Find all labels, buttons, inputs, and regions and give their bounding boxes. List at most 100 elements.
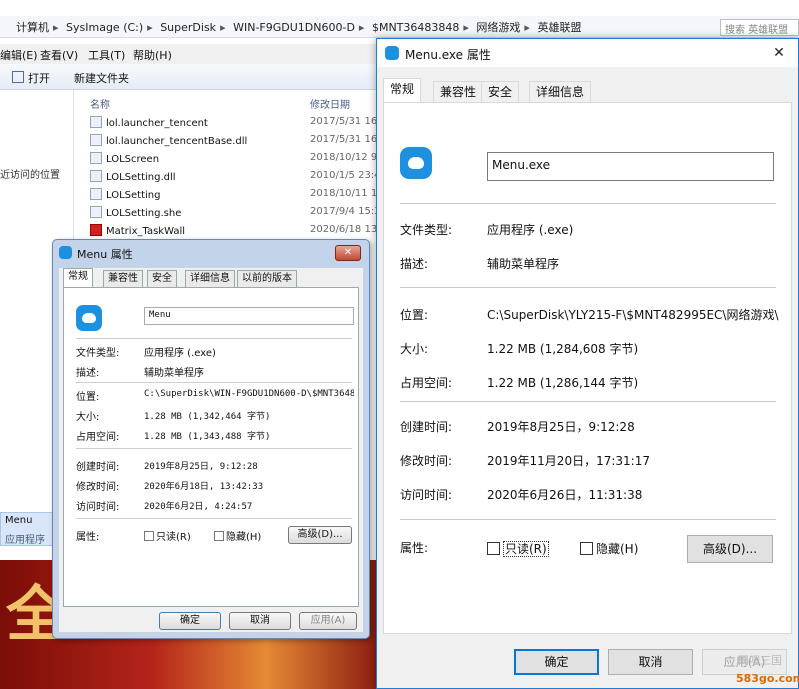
size-value: 1.22 MB (1,284,608 字节) [487,342,639,356]
created-value: 2019年8月25日, 9:12:28 [144,462,258,472]
modified-value: 2020年6月18日, 13:42:33 [144,482,264,492]
close-button[interactable]: ✕ [335,245,361,261]
file-row[interactable]: LOLSetting 2018/10/11 1 [90,188,377,205]
apply-button[interactable]: 应用(A) [299,612,357,630]
readonly-checkbox[interactable]: 只读(R) [144,528,191,543]
created-label: 创建时间: [76,462,120,473]
menu-view[interactable]: 查看(V) [40,47,78,63]
watermark-text: 网吧三国 [738,654,782,667]
breadcrumb-item[interactable]: SysImage (C:) [66,21,143,34]
checkbox-icon [214,531,224,541]
file-row[interactable]: LOLSetting.she 2017/9/4 15:3 [90,206,381,223]
size-value: 1.28 MB (1,342,464 字节) [144,412,271,422]
menu-tools[interactable]: 工具(T) [88,47,125,63]
watermark-site: 583go.com [736,672,799,685]
disk-size-value: 1.28 MB (1,343,488 字节) [144,432,271,442]
hidden-checkbox[interactable]: 隐藏(H) [214,528,261,543]
breadcrumb-item[interactable]: 计算机 [16,21,49,34]
tab-security[interactable]: 安全 [481,81,520,102]
divider [400,287,776,288]
type-label: 文件类型: [400,223,453,237]
location-value: C:\SuperDisk\WIN-F9GDU1DN600-D\$MNT36483… [144,389,354,399]
file-row[interactable]: LOLSetting.dll 2010/1/5 23:4 [90,170,381,187]
divider [400,203,776,204]
file-icon [90,152,102,164]
tab-security[interactable]: 安全 [147,270,177,287]
selected-file-details[interactable]: Menu 应用程序 [0,512,54,546]
close-button[interactable]: ✕ [768,43,790,63]
selected-file-type: 应用程序 [5,535,45,546]
cancel-button[interactable]: 取消 [229,612,291,630]
ok-button[interactable]: 确定 [159,612,221,630]
breadcrumb-item[interactable]: WIN-F9GDU1DN600-D [233,21,355,34]
file-icon [90,170,102,182]
search-input[interactable]: 搜索 英雄联盟 [720,19,799,36]
whale-app-icon [400,147,432,179]
disk-size-label: 占用空间: [76,432,120,443]
tab-general[interactable]: 常规 [63,268,93,288]
tab-details[interactable]: 详细信息 [185,270,235,287]
tab-compatibility[interactable]: 兼容性 [103,270,143,287]
description-value: 辅助菜单程序 [144,368,204,379]
tab-general[interactable]: 常规 [383,78,422,103]
dialog-title: Menu.exe 属性 [405,48,491,62]
whale-app-icon [76,305,102,331]
open-icon [12,71,24,83]
attributes-label: 属性: [76,532,100,543]
tab-previous-versions[interactable]: 以前的版本 [237,270,297,287]
hidden-checkbox[interactable]: 隐藏(H) [580,540,638,557]
modified-value: 2019年11月20日，17:31:17 [487,454,650,468]
nav-item-recent[interactable]: 近访问的位置 [0,166,60,181]
modified-label: 修改时间: [76,482,120,493]
size-label: 大小: [76,412,100,423]
menu-edit[interactable]: 编辑(E) [0,47,38,63]
dialog-title: Menu 属性 [77,248,133,261]
open-button[interactable]: 打开 [28,70,50,86]
file-icon [90,134,102,146]
address-bar[interactable]: 计算机 ▸ SysImage (C:) ▸ SuperDisk ▸ WIN-F9GDU… [0,16,799,38]
location-label: 位置: [76,392,100,403]
accessed-value: 2020年6月2日, 4:24:57 [144,502,253,512]
size-label: 大小: [400,342,429,356]
title-bar[interactable]: Menu.exe 属性 ✕ [377,39,798,67]
file-icon [90,116,102,128]
app-icon [59,246,72,259]
file-row[interactable]: LOLScreen 2018/10/12 9 [90,152,377,169]
file-icon [90,224,102,236]
breadcrumb[interactable]: 计算机 ▸ SysImage (C:) ▸ SuperDisk ▸ WIN-F9GDU… [16,19,585,35]
file-row[interactable]: lol.launcher_tencentBase.dll 2017/5/31 16 [90,134,377,151]
tab-compatibility[interactable]: 兼容性 [433,81,484,102]
disk-size-value: 1.22 MB (1,286,144 字节) [487,376,639,390]
breadcrumb-item[interactable]: 网络游戏 [476,21,520,34]
breadcrumb-item[interactable]: 英雄联盟 [537,21,581,34]
divider [76,338,352,339]
accessed-value: 2020年6月26日，11:31:38 [487,488,643,502]
main-properties-dialog: Menu.exe 属性 ✕ 常规 兼容性 安全 详细信息 Menu.exe 文件… [376,38,799,689]
general-tab-page: Menu.exe 文件类型: 应用程序 (.exe) 描述: 辅助菜单程序 位置… [383,102,792,634]
divider [76,382,352,383]
filename-field[interactable]: Menu.exe [487,152,774,181]
new-folder-button[interactable]: 新建文件夹 [74,70,129,86]
app-icon [385,46,399,60]
modified-label: 修改时间: [400,454,453,468]
tab-details[interactable]: 详细信息 [529,81,592,102]
breadcrumb-item[interactable]: SuperDisk [160,21,216,34]
filename-field[interactable]: Menu [144,307,354,325]
ok-button[interactable]: 确定 [514,649,599,675]
attributes-label: 属性: [400,541,429,555]
column-header-name[interactable]: 名称 [90,96,110,111]
column-header-modified[interactable]: 修改日期 [310,96,350,111]
file-row[interactable]: lol.launcher_tencent 2017/5/31 16 [90,116,377,133]
advanced-button[interactable]: 高级(D)... [687,535,773,563]
divider [76,518,352,519]
cancel-button[interactable]: 取消 [608,649,693,675]
accessed-label: 访问时间: [400,488,453,502]
advanced-button[interactable]: 高级(D)... [288,526,352,544]
divider [76,448,352,449]
type-value: 应用程序 (.exe) [487,223,574,237]
readonly-checkbox[interactable]: 只读(R) [487,540,549,557]
breadcrumb-item[interactable]: $MNT36483848 [372,21,459,34]
menu-help[interactable]: 帮助(H) [133,47,172,63]
small-properties-dialog: Menu 属性 ✕ 常规 兼容性 安全 详细信息 以前的版本 Menu 文件类型… [52,239,370,639]
description-label: 描述: [400,257,429,271]
